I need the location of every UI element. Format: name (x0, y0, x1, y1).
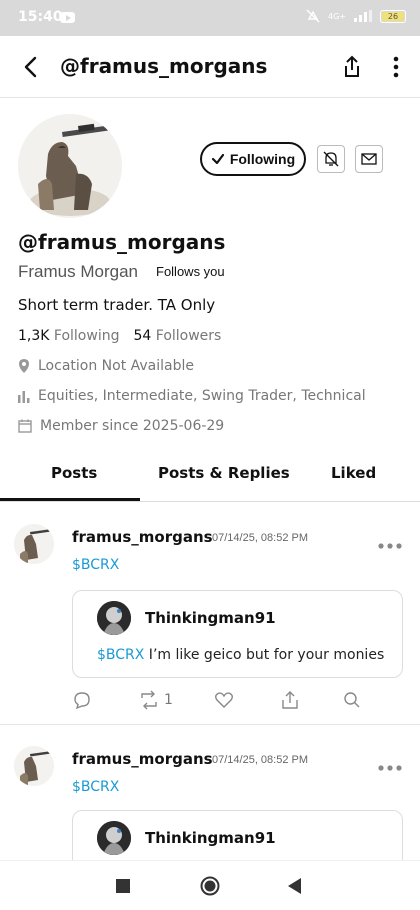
post-item[interactable]: framus_morgans 07/14/25, 08:52 PM $BCRX … (0, 502, 420, 724)
battery-icon: 26 (380, 9, 406, 23)
page-title: @framus_morgans (60, 54, 268, 78)
profile-tabs: Posts Posts & Replies Liked (0, 450, 420, 502)
heart-icon (215, 692, 233, 708)
share-post-icon (282, 691, 298, 709)
interests-text: Equities, Intermediate, Swing Trader, Te… (38, 388, 366, 404)
calendar-icon (18, 419, 32, 433)
profile-avatar (18, 114, 122, 218)
post-avatar[interactable] (14, 524, 54, 564)
quoted-text-body: I’m like geico but for your monies (144, 647, 385, 663)
share-button[interactable] (338, 52, 366, 82)
location-text: Location Not Available (38, 358, 195, 374)
repost-count: 1 (164, 692, 173, 708)
notifications-button[interactable] (317, 145, 345, 173)
post-item[interactable]: framus_morgans 07/14/25, 08:52 PM $BCRX … (0, 724, 420, 860)
mail-icon (361, 153, 377, 165)
status-bar: 15:40 4G+ 26 (0, 0, 420, 36)
followers-count-label: Followers (155, 328, 222, 344)
back-button-icon[interactable] (288, 878, 302, 894)
member-since-text: Member since 2025-06-29 (40, 418, 225, 434)
more-options-button[interactable] (384, 52, 408, 82)
post-timestamp: 07/14/25, 08:52 PM (212, 754, 309, 766)
quoted-post[interactable]: Thinkingman91 $BCRX I’m like geico but f… (72, 590, 403, 678)
back-arrow-icon (24, 56, 37, 78)
comment-button[interactable] (72, 690, 92, 710)
share-post-button[interactable] (280, 690, 300, 710)
bar-chart-icon (18, 391, 30, 403)
quoted-user-avatar[interactable] (97, 601, 131, 635)
thinker-avatar-image (97, 601, 131, 635)
battery-level: 26 (382, 11, 404, 21)
following-count: 1,3K (18, 328, 50, 344)
profile-display-name: Framus Morgan (18, 262, 138, 281)
bell-off-icon (323, 151, 339, 167)
location-row: Location Not Available (18, 358, 194, 374)
hunter-avatar-image (18, 114, 122, 218)
interests-row: Equities, Intermediate, Swing Trader, Te… (18, 388, 366, 404)
search-button[interactable] (342, 690, 362, 710)
quoted-username[interactable]: Thinkingman91 (145, 829, 276, 847)
more-vertical-icon (393, 56, 399, 78)
share-icon (345, 55, 359, 77)
quoted-post[interactable]: Thinkingman91 (72, 810, 403, 860)
quoted-user-avatar[interactable] (97, 821, 131, 855)
follow-counts: 1,3K Following 54 Followers (18, 328, 221, 344)
hunter-avatar-image (14, 524, 54, 564)
tab-posts-replies[interactable]: Posts & Replies (158, 464, 290, 482)
profile-handle: @framus_morgans (18, 230, 226, 254)
follows-you-badge: Follows you (156, 264, 225, 279)
following-count-label: Following (53, 328, 120, 344)
status-time: 15:40 (18, 9, 63, 25)
post-avatar[interactable] (14, 746, 54, 786)
quoted-post-text: $BCRX I’m like geico but for your monies (97, 647, 384, 663)
status-icons: 4G+ 26 (306, 9, 406, 23)
signal-icon (354, 10, 372, 22)
check-icon (211, 153, 224, 165)
repost-icon (141, 690, 157, 710)
post-timestamp: 07/14/25, 08:52 PM (212, 532, 309, 544)
post-more-button[interactable] (376, 758, 404, 771)
more-horizontal-icon (378, 543, 402, 549)
like-button[interactable] (214, 690, 234, 710)
recents-button-icon[interactable] (116, 879, 130, 893)
youtube-notification-icon (60, 12, 75, 23)
post-actions: 1 (72, 690, 372, 714)
mute-icon (306, 9, 320, 23)
member-since-row: Member since 2025-06-29 (18, 418, 224, 434)
location-pin-icon (19, 359, 29, 373)
quoted-username[interactable]: Thinkingman91 (145, 609, 276, 627)
message-button[interactable] (355, 145, 383, 173)
profile-bio: Short term trader. TA Only (18, 296, 216, 314)
post-ticker-link[interactable]: $BCRX (72, 557, 119, 573)
post-username[interactable]: framus_morgans (72, 750, 213, 768)
following-button-label: Following (229, 151, 296, 167)
tab-posts[interactable]: Posts (51, 464, 97, 482)
more-horizontal-icon (378, 765, 402, 771)
tab-liked[interactable]: Liked (331, 464, 376, 482)
post-username[interactable]: framus_morgans (72, 528, 213, 546)
search-icon (344, 692, 360, 708)
thinker-avatar-image (97, 821, 131, 855)
system-navigation-bar (0, 860, 420, 910)
back-button[interactable] (18, 52, 46, 82)
followers-count: 54 (133, 328, 152, 344)
followers-count-link[interactable]: 54 Followers (133, 328, 221, 344)
post-more-button[interactable] (376, 536, 404, 549)
comment-icon (74, 692, 90, 710)
following-count-link[interactable]: 1,3K Following (18, 328, 119, 344)
hunter-avatar-image (14, 746, 54, 786)
active-tab-indicator (0, 498, 140, 501)
post-ticker-link[interactable]: $BCRX (72, 779, 119, 795)
repost-button[interactable]: 1 (138, 690, 173, 710)
network-type: 4G+ (328, 11, 346, 21)
home-button-icon[interactable] (200, 876, 220, 896)
app-header: @framus_morgans (0, 36, 420, 98)
quoted-ticker-link[interactable]: $BCRX (97, 647, 144, 663)
following-button[interactable]: Following (200, 142, 306, 176)
